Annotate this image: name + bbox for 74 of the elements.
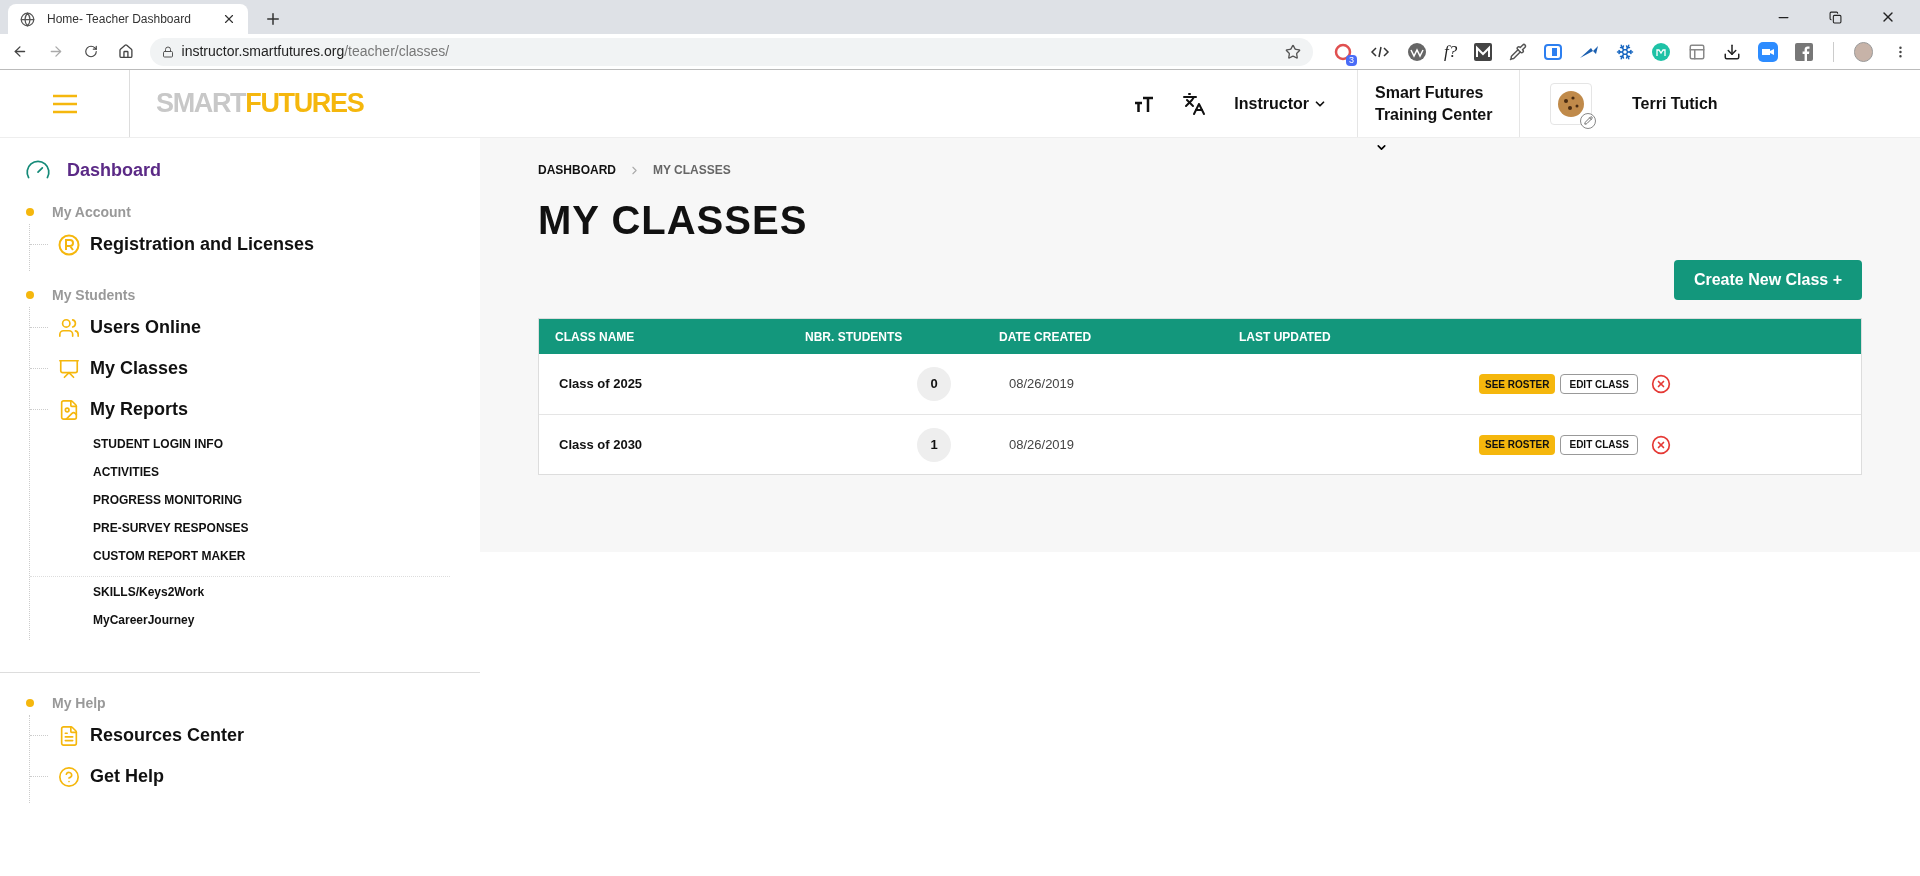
sub-item[interactable]: STUDENT LOGIN INFO xyxy=(93,430,480,458)
column-header: LAST UPDATED xyxy=(1239,328,1332,346)
snowflake-icon[interactable] xyxy=(1616,42,1635,61)
text-size-icon[interactable] xyxy=(1134,95,1155,112)
extension-icon[interactable] xyxy=(1579,44,1600,59)
users-icon xyxy=(58,316,80,339)
globe-icon xyxy=(20,11,35,27)
report-icon xyxy=(58,398,80,421)
see-roster-button[interactable]: SEE ROSTER xyxy=(1479,374,1556,394)
date-cell-text: 08/26/2019 xyxy=(1008,435,1076,454)
breadcrumb-link[interactable]: DASHBOARD xyxy=(538,161,616,179)
dashboard-link[interactable]: Dashboard xyxy=(67,156,162,184)
column-header: DATE CREATED xyxy=(999,328,1093,346)
help-icon xyxy=(58,765,80,788)
edit-class-button[interactable]: EDIT CLASS xyxy=(1560,434,1638,455)
sidebar-item[interactable]: My Reports xyxy=(90,396,188,423)
browser-tab[interactable]: Home- Teacher Dashboard xyxy=(8,4,248,34)
url-text: instructor.smartfutures.org/teacher/classes/ xyxy=(181,42,451,61)
delete-icon[interactable] xyxy=(1650,374,1671,394)
student-count: 0 xyxy=(917,367,951,401)
page-title: MY CLASSES xyxy=(538,197,809,244)
class-name-cell-text: Class of 2030 xyxy=(558,435,644,454)
easel-icon xyxy=(58,357,80,380)
sub-item[interactable]: MyCareerJourney xyxy=(93,606,450,634)
breadcrumb-link[interactable]: MY CLASSES xyxy=(653,161,731,179)
tab-title: Home- Teacher Dashboard xyxy=(47,11,192,28)
download-icon[interactable] xyxy=(1723,42,1742,61)
home-icon[interactable] xyxy=(117,43,134,60)
section-title: My Students xyxy=(52,285,136,305)
sub-item[interactable]: PRE-SURVEY RESPONSES xyxy=(93,514,480,542)
sidebar-item[interactable]: Registration and Licenses xyxy=(90,231,315,258)
date-cell-text: 08/26/2019 xyxy=(1008,375,1076,394)
badge-count: 3 xyxy=(1346,54,1358,66)
section-title: My Account xyxy=(52,202,131,222)
extension-icon[interactable] xyxy=(1544,43,1563,60)
sub-item[interactable]: PROGRESS MONITORING xyxy=(93,486,480,514)
address-bar[interactable]: instructor.smartfutures.org/teacher/classes/ xyxy=(149,37,1314,66)
restore-icon[interactable] xyxy=(1829,10,1842,24)
sidebar-item[interactable]: Get Help xyxy=(90,763,164,790)
see-roster-button[interactable]: SEE ROSTER xyxy=(1479,434,1556,455)
reload-icon[interactable] xyxy=(83,44,98,59)
sidebar-item[interactable]: Resources Center xyxy=(90,722,245,749)
extension-icon[interactable]: f? xyxy=(1444,38,1458,65)
section-title: My Help xyxy=(52,693,106,713)
user-name[interactable]: Terri Tutich xyxy=(1632,91,1718,116)
student-count: 1 xyxy=(917,427,951,462)
translate-icon[interactable] xyxy=(1182,91,1207,116)
facebook-icon[interactable] xyxy=(1795,42,1814,61)
layout-icon[interactable] xyxy=(1688,42,1707,61)
create-class-button[interactable]: Create New Class + xyxy=(1673,260,1862,300)
new-tab-icon[interactable] xyxy=(264,10,282,28)
video-camera-icon[interactable] xyxy=(1758,41,1779,62)
class-name-cell-text: Class of 2025 xyxy=(558,375,644,394)
sidebar-item[interactable]: Users Online xyxy=(90,314,202,341)
close-icon[interactable] xyxy=(222,12,236,26)
code-icon[interactable] xyxy=(1370,45,1391,58)
edit-class-button[interactable]: EDIT CLASS xyxy=(1560,374,1638,394)
sub-item[interactable]: ACTIVITIES xyxy=(93,458,480,486)
sidebar-item[interactable]: My Classes xyxy=(90,355,189,382)
registered-icon xyxy=(58,233,80,256)
column-header: CLASS NAME xyxy=(554,328,636,346)
eyedropper-icon[interactable] xyxy=(1509,42,1528,61)
back-icon[interactable] xyxy=(12,43,28,60)
center-dropdown[interactable]: Smart Futures Training Center xyxy=(1358,70,1519,137)
lock-icon xyxy=(161,45,174,58)
role-dropdown[interactable]: Instructor xyxy=(1234,91,1327,116)
mail-icon[interactable] xyxy=(1474,42,1493,61)
sub-item[interactable]: SKILLS/Keys2Work xyxy=(93,578,450,606)
wave-icon[interactable] xyxy=(1407,41,1428,62)
column-header: NBR. STUDENTS xyxy=(804,328,904,346)
delete-icon[interactable] xyxy=(1650,434,1671,455)
sub-item[interactable]: CUSTOM REPORT MAKER xyxy=(93,542,480,570)
bookmark-icon[interactable] xyxy=(1285,43,1302,60)
document-icon xyxy=(58,724,80,747)
